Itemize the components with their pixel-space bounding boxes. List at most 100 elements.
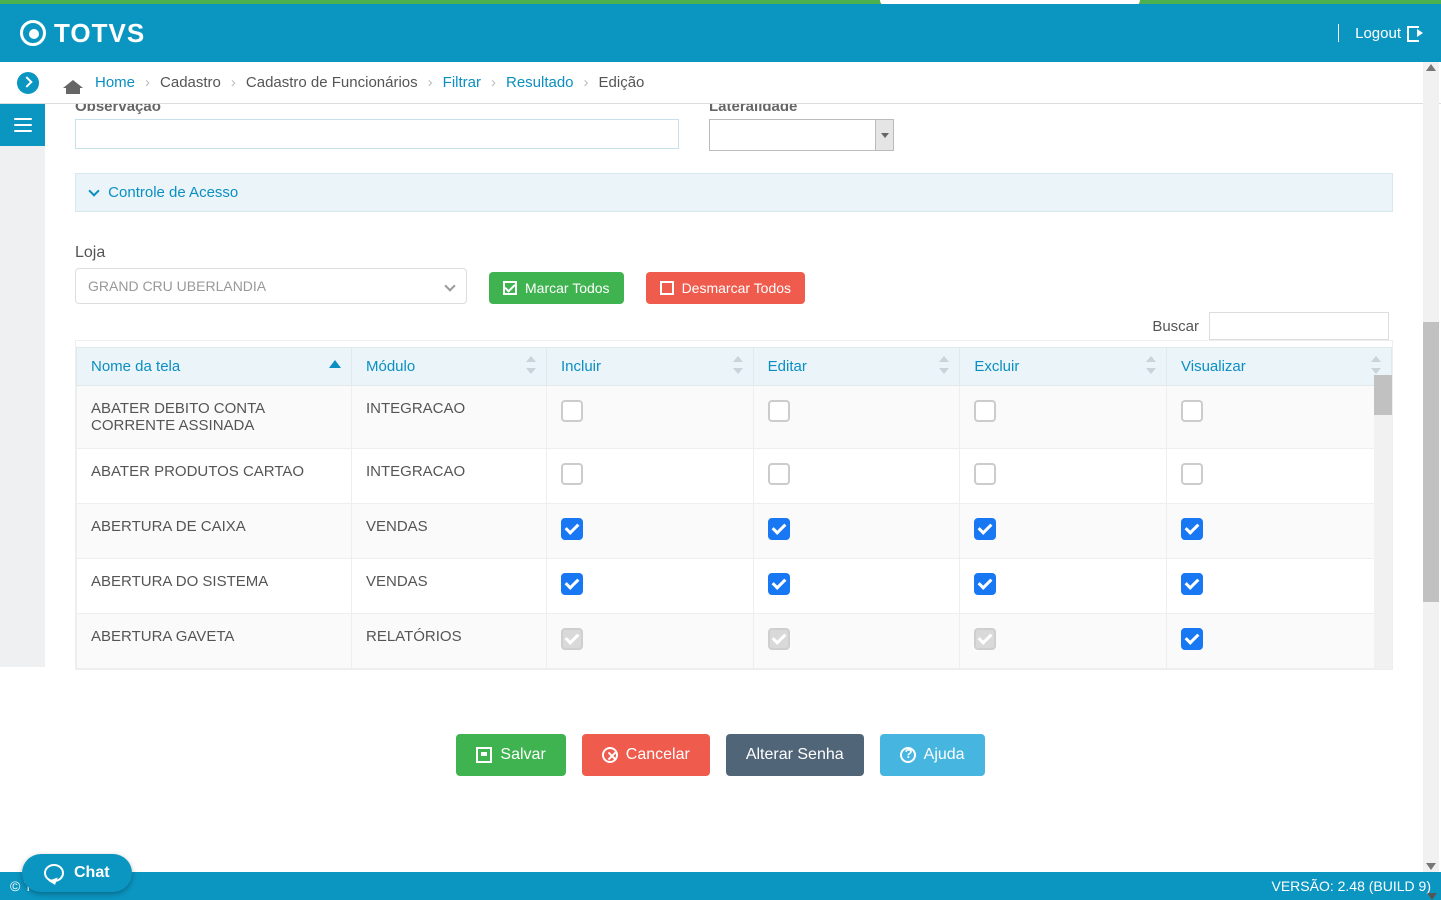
chat-widget[interactable]: Chat [22,854,132,892]
checkbox[interactable] [561,518,583,540]
loja-select[interactable]: GRAND CRU UBERLANDIA [75,268,467,304]
chevron-down-icon [444,280,455,291]
checkbox[interactable] [1181,518,1203,540]
cell-editar [753,386,960,449]
cell-editar [753,559,960,614]
main-content: Observação Lateralidade Controle de Aces… [45,104,1423,670]
alterar-senha-button[interactable]: Alterar Senha [726,734,864,776]
home-icon[interactable] [63,74,83,92]
search-input[interactable] [1209,312,1389,340]
breadcrumb-cad-func: Cadastro de Funcionários [246,74,418,91]
cell-incluir [547,449,754,504]
checkbox[interactable] [974,400,996,422]
col-excluir[interactable]: Excluir [960,348,1167,386]
col-editar[interactable]: Editar [753,348,960,386]
checkbox[interactable] [974,518,996,540]
table-scrollbar[interactable] [1374,375,1392,669]
table-row: ABERTURA DE CAIXAVENDAS [77,504,1392,559]
breadcrumb-sep: › [231,74,236,91]
save-icon [476,747,492,763]
checkbox[interactable] [1181,463,1203,485]
checkbox[interactable] [768,400,790,422]
arrow-right-icon [17,72,39,94]
checkbox[interactable] [561,400,583,422]
sort-icon [1371,356,1381,374]
desmarcar-todos-button[interactable]: Desmarcar Todos [646,272,805,304]
table-row: ABERTURA GAVETARELATÓRIOS [77,614,1392,669]
version-label: VERSÃO: 2.48 (BUILD 9) [1271,878,1431,894]
breadcrumb: Home › Cadastro › Cadastro de Funcionári… [95,74,644,91]
col-nome[interactable]: Nome da tela [77,348,352,386]
col-visualizar[interactable]: Visualizar [1167,348,1392,386]
brand-text: TOTVS [54,18,145,49]
table-row: ABATER DEBITO CONTA CORRENTE ASSINADAINT… [77,386,1392,449]
observacao-input[interactable] [75,119,679,149]
check-icon [503,281,517,295]
sort-icon [526,356,536,374]
sidebar-collapse-button[interactable] [10,62,45,104]
checkbox[interactable] [561,463,583,485]
chat-icon [44,864,64,882]
cell-excluir [960,614,1167,669]
table-row: ABATER PRODUTOS CARTAOINTEGRACAO [77,449,1392,504]
breadcrumb-sep: › [584,74,589,91]
cancel-button[interactable]: Cancelar [582,734,710,776]
checkbox[interactable] [1181,628,1203,650]
cell-modulo: VENDAS [352,504,547,559]
footer-actions: Salvar Cancelar Alterar Senha Ajuda [0,670,1441,840]
alterar-senha-label: Alterar Senha [746,746,844,764]
checkbox [974,628,996,650]
cell-visualizar [1167,449,1392,504]
checkbox[interactable] [1181,573,1203,595]
page-scrollbar[interactable] [1423,62,1439,872]
breadcrumb-resultado[interactable]: Resultado [506,74,574,91]
help-icon [900,747,916,763]
lateralidade-select[interactable] [709,119,894,151]
breadcrumb-home[interactable]: Home [95,74,135,91]
checkbox[interactable] [974,463,996,485]
sort-asc-icon [329,360,341,368]
desmarcar-todos-label: Desmarcar Todos [682,280,791,296]
observacao-label: Observação [75,104,679,115]
cell-nome: ABERTURA DO SISTEMA [77,559,352,614]
col-modulo[interactable]: Módulo [352,348,547,386]
lateralidade-label: Lateralidade [709,104,894,115]
checkbox[interactable] [974,573,996,595]
cell-modulo: INTEGRACAO [352,449,547,504]
breadcrumb-bar: Home › Cadastro › Cadastro de Funcionári… [0,62,1441,104]
chat-label: Chat [74,864,110,882]
sort-icon [1146,356,1156,374]
checkbox[interactable] [1181,400,1203,422]
ajuda-label: Ajuda [924,746,965,764]
checkbox[interactable] [768,518,790,540]
cell-nome: ABATER DEBITO CONTA CORRENTE ASSINADA [77,386,352,449]
checkbox[interactable] [561,573,583,595]
checkbox[interactable] [768,463,790,485]
cell-modulo: RELATÓRIOS [352,614,547,669]
accordion-controle-acesso[interactable]: Controle de Acesso [75,173,1393,212]
marcar-todos-button[interactable]: Marcar Todos [489,272,624,304]
breadcrumb-filtrar[interactable]: Filtrar [443,74,481,91]
ajuda-button[interactable]: Ajuda [880,734,985,776]
col-incluir[interactable]: Incluir [547,348,754,386]
cell-visualizar [1167,386,1392,449]
logout-link[interactable]: Logout [1338,24,1421,42]
cell-visualizar [1167,614,1392,669]
checkbox[interactable] [768,573,790,595]
search-label: Buscar [1152,318,1199,335]
cell-incluir [547,386,754,449]
cell-excluir [960,449,1167,504]
cell-editar [753,449,960,504]
scrollbar-thumb[interactable] [1374,375,1392,415]
scrollbar-thumb[interactable] [1423,322,1439,602]
save-button[interactable]: Salvar [456,734,565,776]
marcar-todos-label: Marcar Todos [525,280,610,296]
cell-modulo: INTEGRACAO [352,386,547,449]
hamburger-icon [14,118,32,132]
cell-incluir [547,614,754,669]
cell-excluir [960,559,1167,614]
scroll-down-icon [1426,863,1436,870]
totvs-logo-icon [20,20,46,46]
sidebar-menu-toggle[interactable] [0,104,45,146]
breadcrumb-edicao: Edição [599,74,645,91]
